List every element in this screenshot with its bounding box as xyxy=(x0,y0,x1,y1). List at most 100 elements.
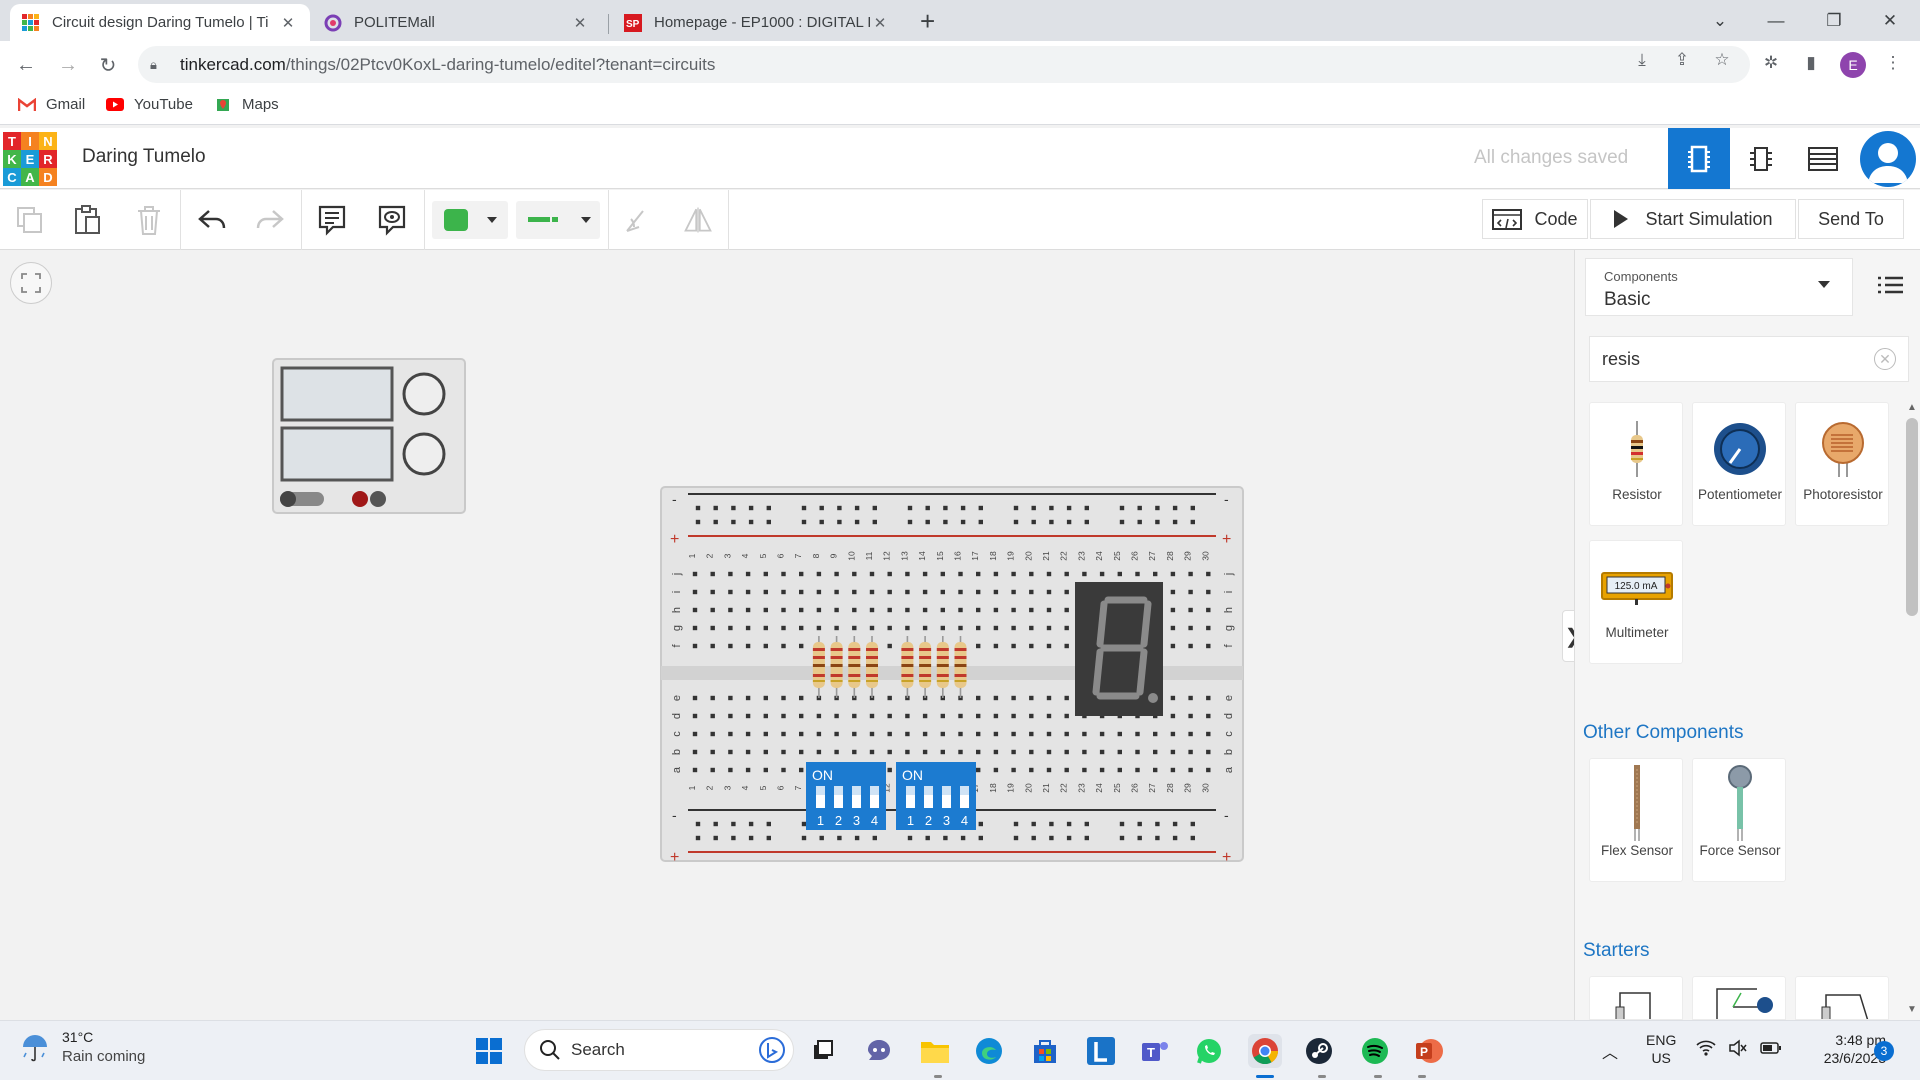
undo-icon xyxy=(198,210,226,229)
steam-icon[interactable] xyxy=(1302,1034,1336,1068)
scroll-up-arrow-icon[interactable]: ▲ xyxy=(1907,402,1917,413)
browser-tab-tinkercad[interactable]: Circuit design Daring Tumelo | Ti ✕ xyxy=(10,4,310,41)
clear-search-icon[interactable]: ✕ xyxy=(1874,348,1896,370)
teams-chat-icon[interactable] xyxy=(862,1034,896,1068)
redo-button[interactable] xyxy=(254,204,286,236)
teams-icon[interactable]: T xyxy=(1138,1034,1172,1068)
power-supply[interactable] xyxy=(272,358,466,514)
file-explorer-icon[interactable] xyxy=(918,1034,952,1068)
component-card-multimeter[interactable]: 125.0 mA Multimeter xyxy=(1589,540,1683,664)
breadboard-hole xyxy=(1011,767,1016,773)
component-card-flex-sensor[interactable]: Flex Sensor xyxy=(1589,758,1683,882)
other-components-heading[interactable]: Other Components xyxy=(1583,722,1744,744)
tab-close-icon[interactable]: ✕ xyxy=(278,14,298,32)
tray-overflow-chevron-icon[interactable]: ︿ xyxy=(1602,1039,1618,1063)
starter-card[interactable] xyxy=(1589,976,1683,1020)
delete-button[interactable] xyxy=(133,204,165,236)
code-icon xyxy=(1492,209,1523,230)
bookmark-maps[interactable]: Maps xyxy=(214,96,279,113)
starter-card[interactable] xyxy=(1795,976,1889,1020)
fit-view-button[interactable] xyxy=(10,262,52,304)
column-number: 22 xyxy=(1059,551,1069,561)
tinkercad-logo[interactable]: T I N K E R C A D xyxy=(3,132,57,186)
schematic-view-button[interactable] xyxy=(1730,128,1792,189)
profile-avatar[interactable]: E xyxy=(1840,52,1866,78)
breadboard-hole xyxy=(976,767,981,773)
close-window-button[interactable]: ✕ xyxy=(1862,0,1918,41)
start-button[interactable] xyxy=(472,1034,506,1068)
breadboard-hole xyxy=(1084,505,1089,511)
user-avatar[interactable] xyxy=(1860,131,1916,187)
send-to-button[interactable]: Send To xyxy=(1798,199,1904,239)
taskbar-search[interactable]: Search xyxy=(524,1029,794,1071)
breadboard[interactable]: 1122334455667788991010111112121313141415… xyxy=(660,486,1244,862)
component-card-potentiometer[interactable]: Potentiometer xyxy=(1692,402,1786,526)
list-view-button[interactable] xyxy=(1875,270,1905,300)
back-button[interactable]: ← xyxy=(10,49,42,81)
component-card-force-sensor[interactable]: Force Sensor xyxy=(1692,758,1786,882)
panel-scrollbar[interactable]: ▲ ▼ xyxy=(1901,400,1920,1020)
new-tab-button[interactable]: + xyxy=(920,6,935,37)
side-panel-icon[interactable]: ▮ xyxy=(1798,50,1824,76)
rotate-button[interactable] xyxy=(620,204,652,236)
component-list-button[interactable] xyxy=(1792,128,1854,189)
powerpoint-icon[interactable]: P xyxy=(1412,1034,1446,1068)
forward-button[interactable]: → xyxy=(52,49,84,81)
bookmark-gmail[interactable]: Gmail xyxy=(18,96,85,113)
l-app-icon[interactable] xyxy=(1084,1034,1118,1068)
starter-card[interactable] xyxy=(1692,976,1786,1020)
copy-button[interactable] xyxy=(14,204,46,236)
notes-button[interactable] xyxy=(316,204,348,236)
breadboard-hole xyxy=(1011,643,1016,649)
scrollbar-thumb[interactable] xyxy=(1906,418,1918,616)
component-card-resistor[interactable]: Resistor xyxy=(1589,402,1683,526)
reload-button[interactable]: ↻ xyxy=(92,49,124,81)
browser-tab-politemall[interactable]: POLITEMall ✕ xyxy=(312,4,602,41)
flip-button[interactable] xyxy=(682,204,714,236)
circuit-canvas[interactable]: 1122334455667788991010111112121313141415… xyxy=(0,250,1574,1020)
microsoft-store-icon[interactable] xyxy=(1028,1034,1062,1068)
component-card-photoresistor[interactable]: Photoresistor xyxy=(1795,402,1889,526)
edge-icon[interactable] xyxy=(972,1034,1006,1068)
component-search-input[interactable]: resis ✕ xyxy=(1589,336,1909,382)
browser-tab-homepage[interactable]: SP Homepage - EP1000 : DIGITAL FA ✕ xyxy=(612,4,902,41)
breadboard-hole xyxy=(922,589,928,595)
code-button[interactable]: Code xyxy=(1482,199,1588,239)
circuit-view-button[interactable] xyxy=(1668,128,1730,189)
start-simulation-button[interactable]: Start Simulation xyxy=(1590,199,1796,239)
clock[interactable]: 3:48 pm 23/6/2023 xyxy=(1790,1032,1886,1066)
notification-badge[interactable]: 3 xyxy=(1874,1041,1894,1061)
chrome-menu-icon[interactable]: ⋮ xyxy=(1880,50,1906,76)
breadboard-hole xyxy=(976,607,981,613)
tab-close-icon[interactable]: ✕ xyxy=(870,14,890,32)
breadboard-hole xyxy=(1013,505,1019,511)
components-dropdown[interactable]: Components Basic xyxy=(1585,258,1853,316)
install-icon[interactable]: ⤓ xyxy=(1630,48,1654,72)
bookmark-youtube[interactable]: YouTube xyxy=(106,96,193,113)
breadboard-hole xyxy=(1135,731,1140,737)
task-view-icon[interactable] xyxy=(806,1034,840,1068)
tab-search-chevron-icon[interactable]: ⌄ xyxy=(1692,0,1748,41)
share-icon[interactable]: ⇪ xyxy=(1670,48,1694,72)
bookmark-star-icon[interactable]: ☆ xyxy=(1710,48,1734,72)
project-name[interactable]: Daring Tumelo xyxy=(82,146,206,168)
wire-color-picker[interactable] xyxy=(432,201,508,239)
spotify-icon[interactable] xyxy=(1358,1034,1392,1068)
wire-type-picker[interactable] xyxy=(516,201,600,239)
breadboard-hole xyxy=(887,749,892,755)
address-bar[interactable]: 🔒︎ tinkercad.com/things/02Ptcv0KoxL-dari… xyxy=(138,46,1750,83)
paste-button[interactable] xyxy=(72,204,104,236)
restore-button[interactable]: ❐ xyxy=(1806,0,1862,41)
undo-button[interactable] xyxy=(196,204,228,236)
minimize-button[interactable]: — xyxy=(1748,0,1804,41)
system-tray-icons[interactable] xyxy=(1696,1039,1782,1062)
chrome-icon[interactable] xyxy=(1248,1034,1282,1068)
extensions-puzzle-icon[interactable]: ✲ xyxy=(1758,50,1784,76)
tab-close-icon[interactable]: ✕ xyxy=(570,14,590,32)
weather-widget[interactable]: 31°C Rain coming xyxy=(20,1029,145,1065)
scroll-down-arrow-icon[interactable]: ▼ xyxy=(1907,1004,1917,1015)
starters-heading[interactable]: Starters xyxy=(1583,940,1650,962)
language-indicator[interactable]: ENG US xyxy=(1646,1032,1676,1066)
notes-visibility-button[interactable] xyxy=(376,204,408,236)
whatsapp-icon[interactable] xyxy=(1192,1034,1226,1068)
